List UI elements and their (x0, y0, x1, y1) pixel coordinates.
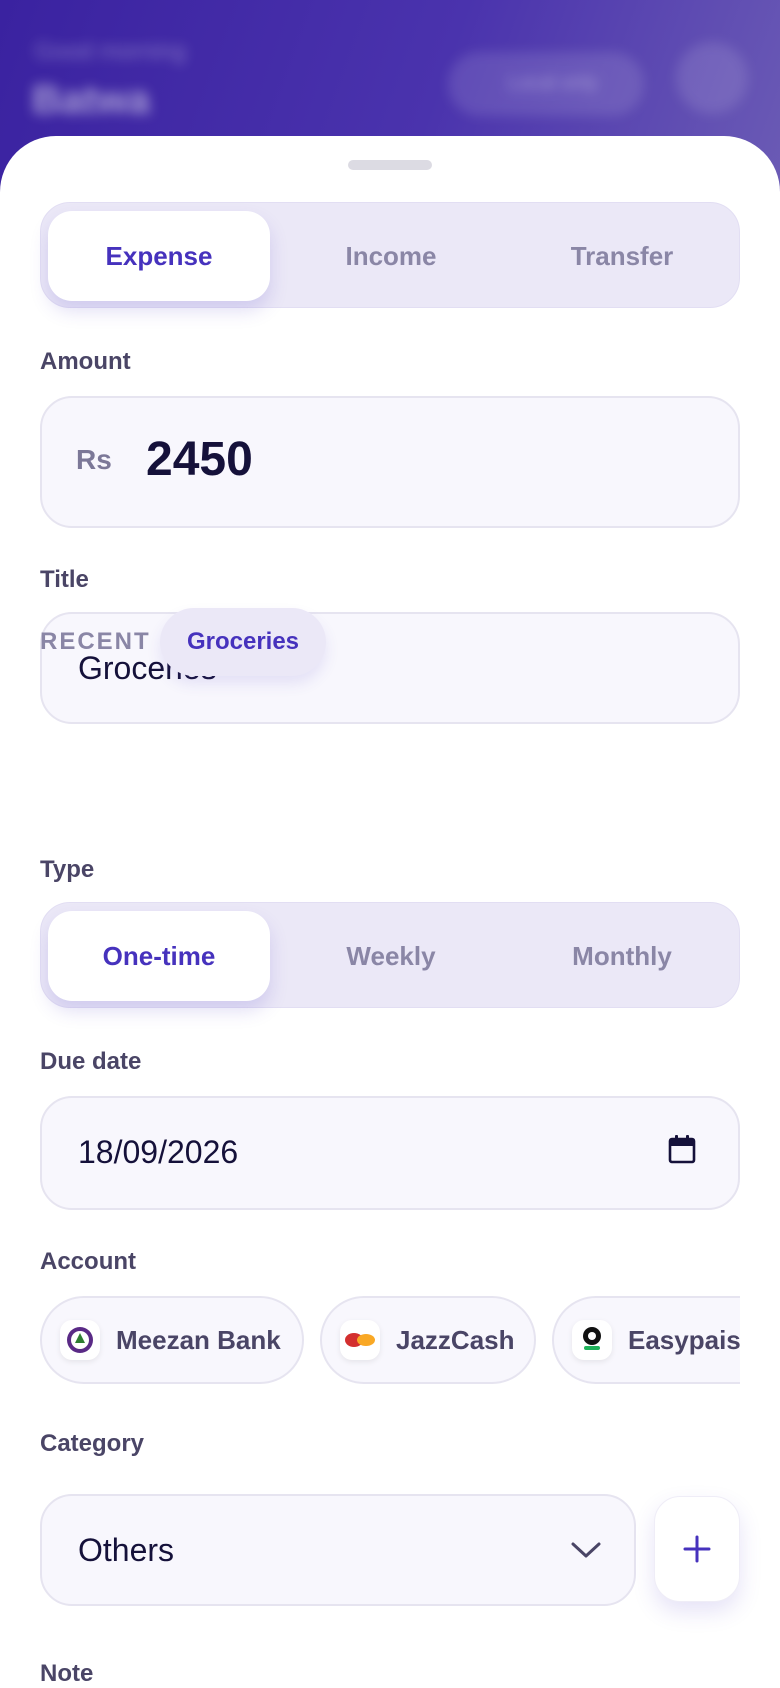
category-label: Category (40, 1430, 145, 1457)
tab-income[interactable]: Income (280, 211, 502, 301)
due-date-label: Due date (40, 1048, 142, 1075)
account-selector: Meezan Bank JazzCash Easypaisa (40, 1296, 740, 1386)
jazzcash-logo (340, 1320, 380, 1360)
type-label: Type (40, 856, 95, 883)
header-greeting: Good morning (34, 38, 187, 65)
tab-transfer[interactable]: Transfer (511, 211, 733, 301)
note-label: Note (40, 1660, 94, 1687)
amount-field[interactable]: Rs 2450 (40, 396, 740, 528)
due-date-value[interactable]: 18/09/2026 (78, 1134, 238, 1171)
account-chip-meezan-bank[interactable]: Meezan Bank (40, 1296, 304, 1384)
chevron-down-icon (571, 1542, 601, 1558)
recent-chip-groceries[interactable]: Groceries (160, 608, 326, 676)
account-name: Easypaisa (628, 1324, 740, 1355)
type-option-one-time[interactable]: One-time (48, 911, 270, 1001)
meezan-logo (60, 1320, 100, 1360)
recent-label: RECENT (40, 628, 151, 655)
type-option-monthly[interactable]: Monthly (511, 911, 733, 1001)
easypaisa-logo (572, 1320, 612, 1360)
amount-label: Amount (40, 348, 131, 375)
title-label: Title (40, 566, 89, 593)
currency-prefix: Rs (76, 444, 112, 475)
header-user-name: Batwa (32, 78, 150, 122)
account-label: Account (40, 1248, 136, 1275)
category-value: Others (78, 1532, 175, 1568)
sheet-drag-handle[interactable] (348, 160, 432, 170)
type-option-weekly[interactable]: Weekly (280, 911, 502, 1001)
header-status-pill[interactable]: Local only (448, 52, 644, 116)
transaction-kind-segmented-control: Expense Income Transfer (40, 202, 740, 308)
tab-expense[interactable]: Expense (48, 211, 270, 301)
plus-icon (683, 1535, 711, 1563)
type-segmented-control: One-time Weekly Monthly (40, 902, 740, 1008)
header-search-button[interactable] (676, 42, 748, 114)
account-chip-easypaisa[interactable]: Easypaisa (552, 1296, 740, 1384)
amount-value[interactable]: 2450 (146, 432, 253, 487)
calendar-icon[interactable] (668, 1134, 696, 1164)
account-chip-jazzcash[interactable]: JazzCash (320, 1296, 536, 1384)
account-name: JazzCash (396, 1324, 515, 1355)
add-category-button[interactable] (654, 1496, 740, 1602)
due-date-field[interactable]: 18/09/2026 (40, 1096, 740, 1210)
category-dropdown[interactable]: Others (40, 1494, 636, 1606)
account-name: Meezan Bank (116, 1324, 281, 1355)
header-status-label: Local only (508, 72, 599, 94)
